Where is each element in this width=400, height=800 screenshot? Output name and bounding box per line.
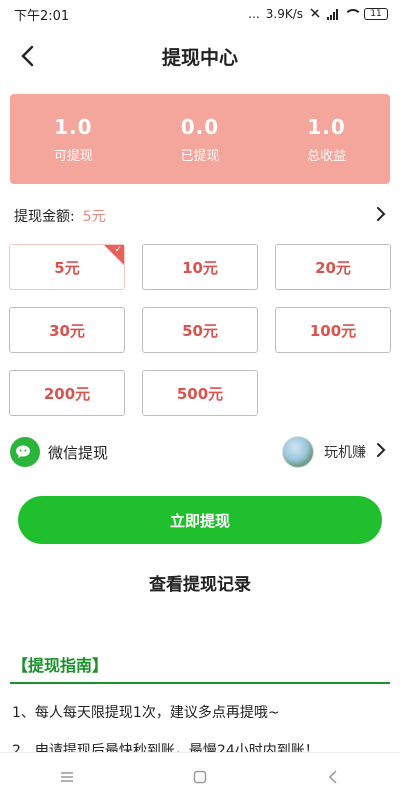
back-triangle-icon	[329, 769, 337, 784]
status-time: 下午2:01	[14, 8, 70, 24]
stat-value: 1.0	[54, 114, 93, 139]
amount-option-label: 5元	[54, 258, 80, 277]
page-title: 提现中心	[161, 46, 238, 69]
menu-button[interactable]	[47, 757, 87, 797]
amount-option-5[interactable]: 5元 ✓	[9, 244, 125, 290]
payment-method-row[interactable]: 微信提现 玩机赚	[10, 432, 386, 472]
amount-value: 5元	[82, 209, 106, 225]
amount-option-label: 10元	[182, 258, 218, 277]
amount-option-label: 50元	[182, 321, 218, 340]
amount-option-label: 30元	[49, 321, 85, 340]
amount-option-label: 100元	[309, 321, 357, 340]
stat-withdrawn: 0.0 已提现	[145, 115, 255, 164]
amount-option-200[interactable]: 200元	[9, 370, 125, 416]
payment-method-label: 微信提现	[48, 443, 109, 462]
network-speed: 3.9K/s	[265, 7, 303, 21]
stat-label: 已提现	[180, 148, 220, 164]
view-records-link[interactable]: 查看提现记录	[0, 570, 400, 595]
stat-label: 总收益	[307, 148, 347, 164]
amount-option-10[interactable]: 10元	[142, 244, 258, 290]
battery-icon: 11	[364, 8, 388, 20]
header: 提现中心	[0, 28, 400, 84]
amount-label: 提现金额:	[14, 209, 75, 225]
chevron-right-icon	[376, 442, 386, 462]
divider	[10, 682, 390, 684]
chevron-right-icon	[376, 206, 386, 226]
status-bar: 下午2:01 ... 3.9K/s 11	[0, 0, 400, 28]
amount-option-label: 500元	[176, 384, 224, 403]
amount-option-50[interactable]: 50元	[142, 307, 258, 353]
amount-option-label: 20元	[315, 258, 351, 277]
back-nav-button[interactable]	[313, 757, 353, 797]
stat-value: 0.0	[180, 114, 220, 139]
status-dots: ...	[248, 7, 260, 21]
wifi-icon	[344, 9, 362, 19]
stat-total-earnings: 1.0 总收益	[272, 115, 382, 164]
back-button[interactable]	[14, 42, 42, 70]
balance-summary-card: 1.0 可提现 0.0 已提现 1.0 总收益	[10, 94, 390, 184]
withdraw-amount-row[interactable]: 提现金额: 5元	[14, 202, 386, 230]
withdraw-now-button[interactable]: 立即提现	[18, 496, 382, 544]
amount-options-grid: 5元 ✓ 10元 20元 30元 50元 100元 200元 500元	[9, 244, 391, 416]
stat-available: 1.0 可提现	[18, 115, 128, 164]
menu-icon	[60, 771, 73, 782]
amount-option-100[interactable]: 100元	[275, 307, 391, 353]
mute-icon	[309, 7, 321, 22]
account-selector[interactable]: 玩机赚	[282, 436, 386, 468]
amount-option-label: 200元	[43, 384, 91, 403]
stat-label: 可提现	[53, 148, 93, 164]
amount-option-20[interactable]: 20元	[275, 244, 391, 290]
check-icon: ✓	[114, 245, 122, 255]
guide-title: 【提现指南】	[12, 656, 109, 675]
status-icons: ... 3.9K/s 11	[248, 7, 388, 22]
stat-value: 1.0	[307, 114, 346, 139]
amount-option-30[interactable]: 30元	[9, 307, 125, 353]
chevron-left-icon	[21, 45, 34, 67]
account-name: 玩机赚	[324, 445, 366, 461]
home-button[interactable]	[180, 757, 220, 797]
home-icon	[193, 770, 207, 783]
signal-icon	[327, 8, 338, 20]
amount-option-500[interactable]: 500元	[142, 370, 258, 416]
guide-item: 1、每人每天限提现1次，建议多点再提哦~	[12, 705, 280, 721]
system-nav-bar	[0, 752, 400, 800]
avatar	[282, 436, 314, 468]
wechat-icon	[10, 437, 40, 467]
